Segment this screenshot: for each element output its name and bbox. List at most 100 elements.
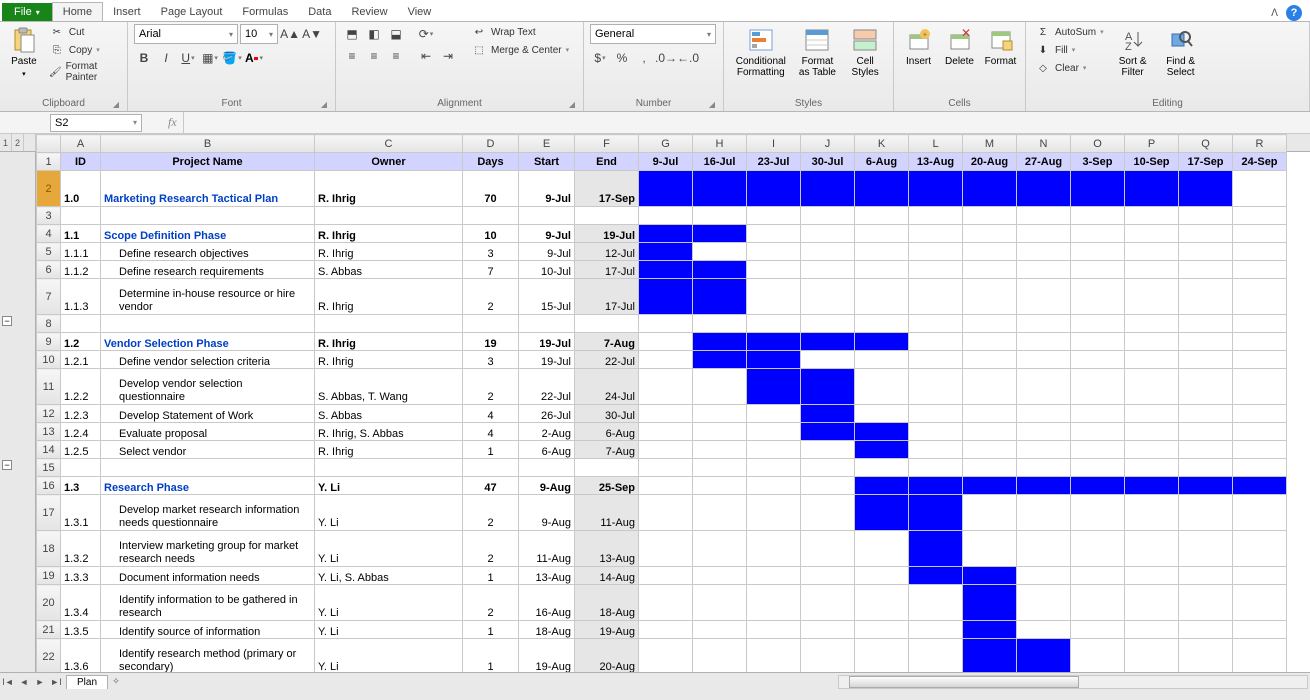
- cell[interactable]: R. Ihrig: [315, 333, 463, 351]
- cell[interactable]: [1233, 207, 1287, 225]
- gantt-cell[interactable]: [963, 423, 1017, 441]
- increase-indent-icon[interactable]: ⇥: [438, 46, 458, 66]
- cell[interactable]: Identify source of information: [101, 621, 315, 639]
- column-header[interactable]: [37, 135, 61, 153]
- gantt-cell[interactable]: [1071, 405, 1125, 423]
- cell[interactable]: R. Ihrig: [315, 279, 463, 315]
- gantt-cell[interactable]: [909, 279, 963, 315]
- gantt-cell[interactable]: [1017, 369, 1071, 405]
- gantt-cell[interactable]: [801, 567, 855, 585]
- gantt-cell[interactable]: [693, 639, 747, 673]
- cell[interactable]: 13-Aug: [575, 531, 639, 567]
- sort-filter-button[interactable]: AZSort & Filter: [1111, 24, 1155, 78]
- cell[interactable]: 16-Aug: [519, 585, 575, 621]
- gantt-cell[interactable]: [1179, 405, 1233, 423]
- gantt-cell[interactable]: [963, 369, 1017, 405]
- gantt-cell[interactable]: [801, 171, 855, 207]
- cell[interactable]: [519, 459, 575, 477]
- gantt-cell[interactable]: [1233, 369, 1287, 405]
- row-header[interactable]: 9: [37, 333, 61, 351]
- gantt-cell[interactable]: [801, 585, 855, 621]
- header-cell[interactable]: Project Name: [101, 153, 315, 171]
- cell[interactable]: 17-Jul: [575, 261, 639, 279]
- cell[interactable]: [693, 315, 747, 333]
- cell[interactable]: 18-Aug: [575, 585, 639, 621]
- gantt-cell[interactable]: [1125, 423, 1179, 441]
- gantt-cell[interactable]: [747, 243, 801, 261]
- gantt-cell[interactable]: [1071, 351, 1125, 369]
- cell[interactable]: 9-Jul: [519, 225, 575, 243]
- cell[interactable]: 1.1: [61, 225, 101, 243]
- column-header[interactable]: L: [909, 135, 963, 153]
- cell[interactable]: Y. Li: [315, 531, 463, 567]
- cell[interactable]: 1.1.2: [61, 261, 101, 279]
- header-cell[interactable]: Start: [519, 153, 575, 171]
- gantt-cell[interactable]: [963, 477, 1017, 495]
- header-cell[interactable]: 13-Aug: [909, 153, 963, 171]
- conditional-formatting-button[interactable]: Conditional Formatting: [730, 24, 792, 78]
- gantt-cell[interactable]: [963, 351, 1017, 369]
- gantt-cell[interactable]: [1233, 405, 1287, 423]
- cell[interactable]: [909, 315, 963, 333]
- cell[interactable]: Y. Li: [315, 585, 463, 621]
- gantt-cell[interactable]: [1233, 639, 1287, 673]
- cell[interactable]: 19-Jul: [519, 351, 575, 369]
- outline-collapse-icon[interactable]: −: [2, 316, 12, 326]
- gantt-cell[interactable]: [1017, 585, 1071, 621]
- cell[interactable]: R. Ihrig: [315, 225, 463, 243]
- merge-center-button[interactable]: ⬚Merge & Center▾: [468, 42, 572, 58]
- cell[interactable]: [101, 207, 315, 225]
- gantt-cell[interactable]: [693, 405, 747, 423]
- gantt-cell[interactable]: [1233, 441, 1287, 459]
- header-cell[interactable]: 20-Aug: [963, 153, 1017, 171]
- name-box[interactable]: S2: [50, 114, 142, 132]
- row-header[interactable]: 6: [37, 261, 61, 279]
- underline-button[interactable]: U: [178, 48, 198, 68]
- cell[interactable]: S. Abbas: [315, 405, 463, 423]
- gantt-cell[interactable]: [1179, 531, 1233, 567]
- cell[interactable]: [855, 207, 909, 225]
- gantt-cell[interactable]: [963, 171, 1017, 207]
- gantt-cell[interactable]: [1179, 585, 1233, 621]
- gantt-cell[interactable]: [639, 423, 693, 441]
- gantt-cell[interactable]: [963, 441, 1017, 459]
- cell[interactable]: 2-Aug: [519, 423, 575, 441]
- gantt-cell[interactable]: [1125, 171, 1179, 207]
- gantt-cell[interactable]: [1071, 495, 1125, 531]
- gantt-cell[interactable]: [639, 225, 693, 243]
- gantt-cell[interactable]: [855, 567, 909, 585]
- gantt-cell[interactable]: [801, 405, 855, 423]
- cell[interactable]: [747, 459, 801, 477]
- gantt-cell[interactable]: [963, 279, 1017, 315]
- gantt-cell[interactable]: [1125, 351, 1179, 369]
- gantt-cell[interactable]: [1071, 477, 1125, 495]
- cell[interactable]: Research Phase: [101, 477, 315, 495]
- cell[interactable]: [1017, 315, 1071, 333]
- cell[interactable]: Document information needs: [101, 567, 315, 585]
- cell[interactable]: [747, 315, 801, 333]
- gantt-cell[interactable]: [693, 333, 747, 351]
- gantt-cell[interactable]: [1179, 225, 1233, 243]
- tab-pagelayout[interactable]: Page Layout: [151, 3, 233, 21]
- gantt-cell[interactable]: [1179, 279, 1233, 315]
- row-header[interactable]: 20: [37, 585, 61, 621]
- column-header[interactable]: Q: [1179, 135, 1233, 153]
- tab-formulas[interactable]: Formulas: [232, 3, 298, 21]
- cell[interactable]: [1071, 459, 1125, 477]
- gantt-cell[interactable]: [1233, 351, 1287, 369]
- cell[interactable]: [1017, 459, 1071, 477]
- gantt-cell[interactable]: [1071, 423, 1125, 441]
- cell[interactable]: [463, 207, 519, 225]
- gantt-cell[interactable]: [963, 495, 1017, 531]
- cell[interactable]: Interview marketing group for market res…: [101, 531, 315, 567]
- format-as-table-button[interactable]: Format as Table: [796, 24, 840, 78]
- gantt-cell[interactable]: [1071, 441, 1125, 459]
- row-header[interactable]: 11: [37, 369, 61, 405]
- gantt-cell[interactable]: [747, 477, 801, 495]
- tab-review[interactable]: Review: [341, 3, 397, 21]
- cell[interactable]: 9-Jul: [519, 243, 575, 261]
- cell[interactable]: 1.1.1: [61, 243, 101, 261]
- cell[interactable]: Define vendor selection criteria: [101, 351, 315, 369]
- gantt-cell[interactable]: [909, 567, 963, 585]
- cell[interactable]: 1.3.6: [61, 639, 101, 673]
